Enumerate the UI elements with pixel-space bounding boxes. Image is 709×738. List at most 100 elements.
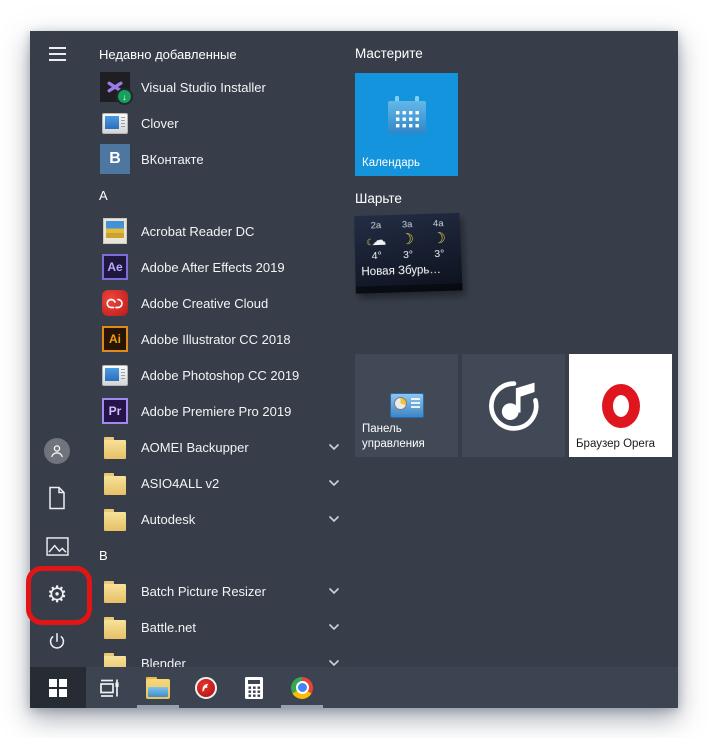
taskbar-calculator[interactable] bbox=[230, 667, 278, 708]
taskbar-chrome[interactable] bbox=[278, 667, 326, 708]
calendar-icon bbox=[384, 95, 430, 138]
app-item-label: ВКонтакте bbox=[141, 151, 204, 167]
chevron-down-icon[interactable] bbox=[321, 659, 347, 667]
app-item-label: Adobe Creative Cloud bbox=[141, 295, 269, 311]
task-view-icon bbox=[99, 677, 121, 699]
app-list-item[interactable]: Clover bbox=[97, 105, 355, 141]
app-list-item[interactable]: B ВКонтакте bbox=[97, 141, 355, 177]
app-item-label: Batch Picture Resizer bbox=[141, 583, 266, 599]
app-list-item[interactable]: Adobe Creative Cloud bbox=[97, 285, 355, 321]
red-circle-app-icon bbox=[195, 676, 217, 699]
taskbar-file-explorer[interactable] bbox=[134, 667, 182, 708]
rail-documents[interactable] bbox=[37, 478, 77, 518]
settings-highlight-annotation bbox=[26, 566, 92, 625]
tile-area: Мастерите Календарь Шарьте 2а ☾☁ 4° 3а ☾ 3° 4а ☾ 3°… bbox=[354, 31, 678, 667]
folder-icon bbox=[104, 435, 126, 459]
taskbar-task-view[interactable] bbox=[86, 667, 134, 708]
tile-label: Новая Збурь… bbox=[361, 263, 442, 279]
app-item-label: ASIO4ALL v2 bbox=[141, 475, 220, 491]
app-item-label: Blender bbox=[141, 655, 186, 668]
weather-temp: 3° bbox=[402, 248, 414, 262]
start-menu-panel: ⚙ Недавно добавленные ↓ Visual Studio Inst… bbox=[30, 31, 678, 667]
visual-studio-installer-icon: ↓ bbox=[100, 72, 133, 105]
photo-icon bbox=[103, 218, 127, 244]
app-window-icon bbox=[102, 112, 128, 134]
control-panel-icon bbox=[389, 393, 424, 418]
tile-row: Панель управления Браузер Opera bbox=[355, 354, 678, 457]
app-list: Недавно добавленные ↓ Visual Studio Instal… bbox=[97, 31, 355, 667]
app-list-item[interactable]: Batch Picture Resizer bbox=[97, 573, 355, 609]
app-window-icon bbox=[102, 364, 128, 386]
app-list-item[interactable]: Blender bbox=[97, 645, 355, 667]
tile-calendar[interactable]: Календарь bbox=[355, 73, 458, 176]
taskbar-red-app[interactable] bbox=[182, 667, 230, 708]
app-list-item[interactable]: Battle.net bbox=[97, 609, 355, 645]
app-list-item[interactable]: Acrobat Reader DC bbox=[97, 213, 355, 249]
rail-pictures[interactable] bbox=[37, 526, 77, 566]
tile-group-header: Шарьте bbox=[355, 190, 402, 206]
app-list-item[interactable]: Autodesk bbox=[97, 501, 355, 537]
after-effects-icon: Ae bbox=[102, 254, 128, 280]
tile-label: Браузер Opera bbox=[576, 438, 656, 451]
app-list-item[interactable]: Ai Adobe Illustrator CC 2018 bbox=[97, 321, 355, 357]
rail-menu-btn[interactable] bbox=[37, 34, 77, 74]
app-list-item[interactable]: Pr Adobe Premiere Pro 2019 bbox=[97, 393, 355, 429]
pictures-icon bbox=[45, 536, 69, 556]
app-item-label: Visual Studio Installer bbox=[141, 79, 266, 95]
tile-opera[interactable]: Браузер Opera bbox=[569, 354, 672, 457]
chevron-down-icon[interactable] bbox=[321, 479, 347, 487]
chevron-down-icon[interactable] bbox=[321, 623, 347, 631]
app-list-item[interactable]: ↓ Visual Studio Installer bbox=[97, 69, 355, 105]
hamburger-icon bbox=[48, 47, 66, 61]
app-item-label: Battle.net bbox=[141, 619, 196, 635]
music-note-icon bbox=[486, 378, 542, 434]
tile-label: Календарь bbox=[362, 157, 421, 170]
app-item-label: Adobe After Effects 2019 bbox=[141, 259, 285, 275]
tile-label: Панель управления bbox=[362, 423, 425, 451]
app-section-header: А bbox=[99, 187, 108, 203]
calculator-icon bbox=[244, 676, 264, 700]
folder-icon bbox=[104, 579, 126, 603]
app-item-label: Acrobat Reader DC bbox=[141, 223, 255, 239]
document-icon bbox=[47, 486, 67, 510]
weather-temp: 3° bbox=[434, 247, 445, 261]
illustrator-icon: Ai bbox=[102, 326, 128, 352]
app-section-header: Недавно добавленные bbox=[99, 46, 237, 62]
app-list-item[interactable]: Ae Adobe After Effects 2019 bbox=[97, 249, 355, 285]
app-item-label: Adobe Photoshop CC 2019 bbox=[141, 367, 300, 383]
folder-icon bbox=[104, 615, 126, 639]
app-list-item[interactable]: Adobe Photoshop CC 2019 bbox=[97, 357, 355, 393]
app-list-item[interactable]: ASIO4ALL v2 bbox=[97, 465, 355, 501]
tile-music[interactable] bbox=[462, 354, 565, 457]
taskbar-start[interactable] bbox=[30, 667, 86, 708]
app-item-label: Adobe Premiere Pro 2019 bbox=[141, 403, 292, 419]
vk-icon: B bbox=[100, 144, 130, 174]
chrome-icon bbox=[291, 676, 313, 699]
moon-icon: ☾ bbox=[400, 231, 415, 249]
tile-weather[interactable]: 2а ☾☁ 4° 3а ☾ 3° 4а ☾ 3° Новая Збурь… bbox=[354, 212, 463, 294]
taskbar bbox=[30, 667, 678, 708]
premiere-icon: Pr bbox=[102, 398, 128, 424]
weather-temp: 4° bbox=[371, 249, 382, 263]
moon-icon: ☾ bbox=[431, 230, 446, 248]
app-item-label: Autodesk bbox=[141, 511, 196, 527]
app-list-item[interactable]: AOMEI Backupper bbox=[97, 429, 355, 465]
chevron-down-icon[interactable] bbox=[321, 443, 347, 451]
windows-logo-icon bbox=[49, 678, 67, 697]
cloud-night-icon: ☾☁ bbox=[366, 231, 387, 250]
start-menu-window: ⚙ Недавно добавленные ↓ Visual Studio Inst… bbox=[30, 31, 678, 708]
folder-icon bbox=[104, 507, 126, 531]
rail-user[interactable] bbox=[37, 431, 77, 471]
app-item-label: Adobe Illustrator CC 2018 bbox=[141, 331, 291, 347]
chevron-down-icon[interactable] bbox=[321, 587, 347, 595]
creative-cloud-icon bbox=[102, 290, 128, 316]
power-icon bbox=[46, 631, 68, 653]
file-explorer-icon bbox=[145, 676, 171, 699]
tile-control-panel[interactable]: Панель управления bbox=[355, 354, 458, 457]
folder-icon bbox=[104, 651, 126, 667]
user-icon bbox=[44, 438, 70, 464]
app-section-header: B bbox=[99, 547, 108, 563]
folder-icon bbox=[104, 471, 126, 495]
chevron-down-icon[interactable] bbox=[321, 515, 347, 523]
rail-power[interactable] bbox=[37, 622, 77, 662]
